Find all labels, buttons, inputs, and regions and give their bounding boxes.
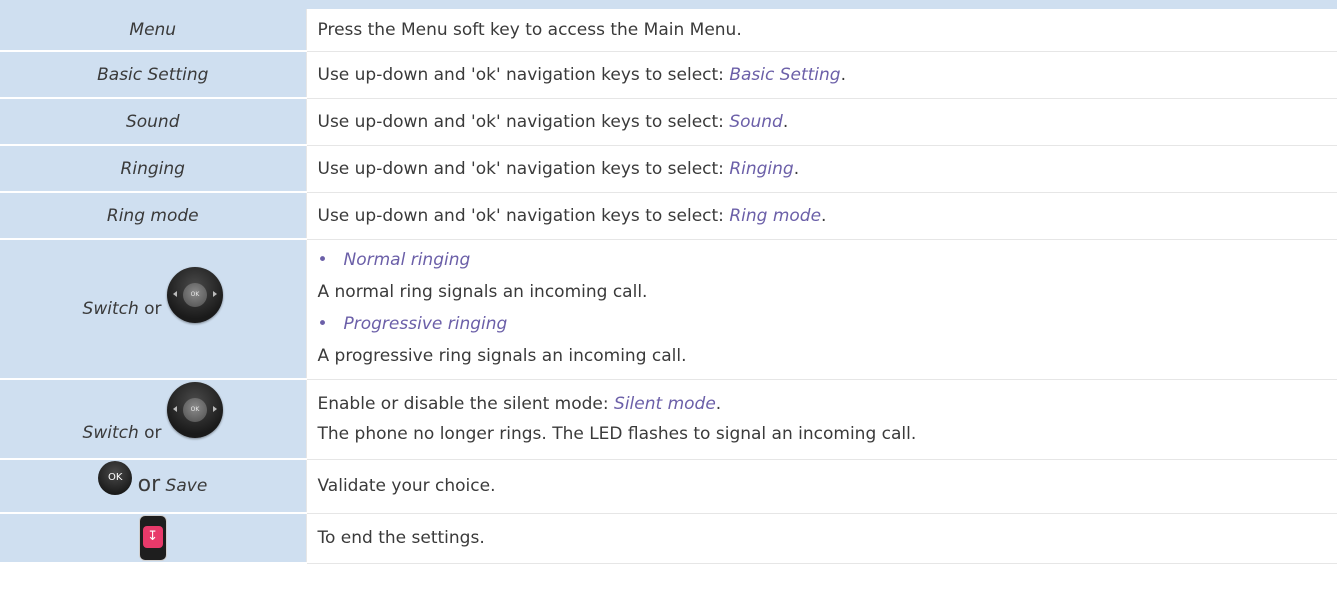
arrow-left-icon [172,291,177,297]
arrow-left-icon [172,406,177,412]
step-description: To end the settings. [305,513,1337,564]
ok-center-key: OK [182,398,207,422]
bullet: • [317,313,328,334]
bullet: • [317,249,328,270]
step-highlight: Sound [729,111,783,132]
table-header-bar [0,0,1337,9]
step-description: Use up-down and 'ok' navigation keys to … [305,98,1337,146]
save-label: Save [165,476,208,496]
silent-mode-detail: The phone no longer rings. The LED flash… [317,424,917,444]
option-progressive-ringing: • Progressive ringing [318,308,1337,340]
table-row: ↧ To end the settings. [0,513,1337,564]
step-label-validate: OK or Save [0,459,306,514]
step-label-switch-silent: Switch or OK [0,379,306,460]
switch-label: Switch [82,423,139,443]
silent-mode-text: Enable or disable the silent mode: Silen… [318,389,1337,419]
table-row: Switch or OK • Normal ringing A normal ri… [0,239,1337,380]
or-label: or [144,299,162,319]
step-description: Press the Menu soft key to access the Ma… [305,9,1337,52]
step-description: Use up-down and 'ok' navigation keys to … [305,51,1337,99]
step-label-basic-setting: Basic Setting [0,51,306,99]
step-suffix: . [793,158,800,179]
step-suffix: . [821,205,827,226]
option-description: A normal ring signals an incoming call. [317,281,648,302]
step-suffix: . [840,64,846,85]
or-label: or [144,423,162,443]
or-label: or [137,472,161,497]
option-normal-ringing: • Normal ringing [318,244,1337,276]
table-row: Basic Setting Use up-down and 'ok' navig… [0,51,1337,99]
ok-center-key: OK [182,283,207,307]
step-label-menu: Menu [0,9,306,52]
step-suffix: . [715,394,722,414]
step-text: Use up-down and 'ok' navigation keys to … [317,205,730,226]
option-description: A progressive ring signals an incoming c… [317,345,687,366]
table-row: Sound Use up-down and 'ok' navigation ke… [0,98,1337,146]
table-row: Switch or OK Enable or disable the silen… [0,379,1337,460]
step-description: Use up-down and 'ok' navigation keys to … [305,192,1337,240]
step-description: Use up-down and 'ok' navigation keys to … [305,145,1337,193]
table-row: OK or Save Validate your choice. [0,459,1337,514]
step-text: Use up-down and 'ok' navigation keys to … [317,64,730,85]
arrow-right-icon [212,406,217,412]
navigation-key-icon[interactable]: OK [166,382,223,438]
arrow-right-icon [212,291,217,297]
phone-down-icon: ↧ [142,526,163,548]
step-label-ringing: Ringing [0,145,306,193]
table-row: Ring mode Use up-down and 'ok' navigatio… [0,192,1337,240]
table-row: Menu Press the Menu soft key to access t… [0,9,1337,52]
silent-mode-description: Enable or disable the silent mode: Silen… [305,379,1337,460]
ok-key-icon[interactable]: OK [98,461,133,495]
procedure-table: Menu Press the Menu soft key to access t… [0,9,1337,564]
step-highlight: Ring mode [729,205,822,226]
step-highlight: Basic Setting [729,64,841,85]
step-highlight: Silent mode [614,394,716,414]
switch-label: Switch [82,299,139,319]
step-text: Enable or disable the silent mode: [317,394,615,414]
step-highlight: Ringing [729,158,794,179]
step-label-ring-mode: Ring mode [0,192,306,240]
navigation-key-icon[interactable]: OK [166,267,223,323]
step-label-switch: Switch or OK [0,239,306,380]
step-label-end: ↧ [0,513,306,564]
ring-mode-options: • Normal ringing A normal ring signals an… [305,239,1337,380]
hang-up-key-icon[interactable]: ↧ [138,515,167,561]
option-label: Normal ringing [343,249,471,270]
step-text: Use up-down and 'ok' navigation keys to … [317,111,730,132]
step-suffix: . [782,111,789,132]
step-text: Use up-down and 'ok' navigation keys to … [317,158,730,179]
table-row: Ringing Use up-down and 'ok' navigation … [0,145,1337,193]
step-description: Validate your choice. [305,459,1337,514]
step-label-sound: Sound [0,98,306,146]
option-label: Progressive ringing [343,313,508,334]
